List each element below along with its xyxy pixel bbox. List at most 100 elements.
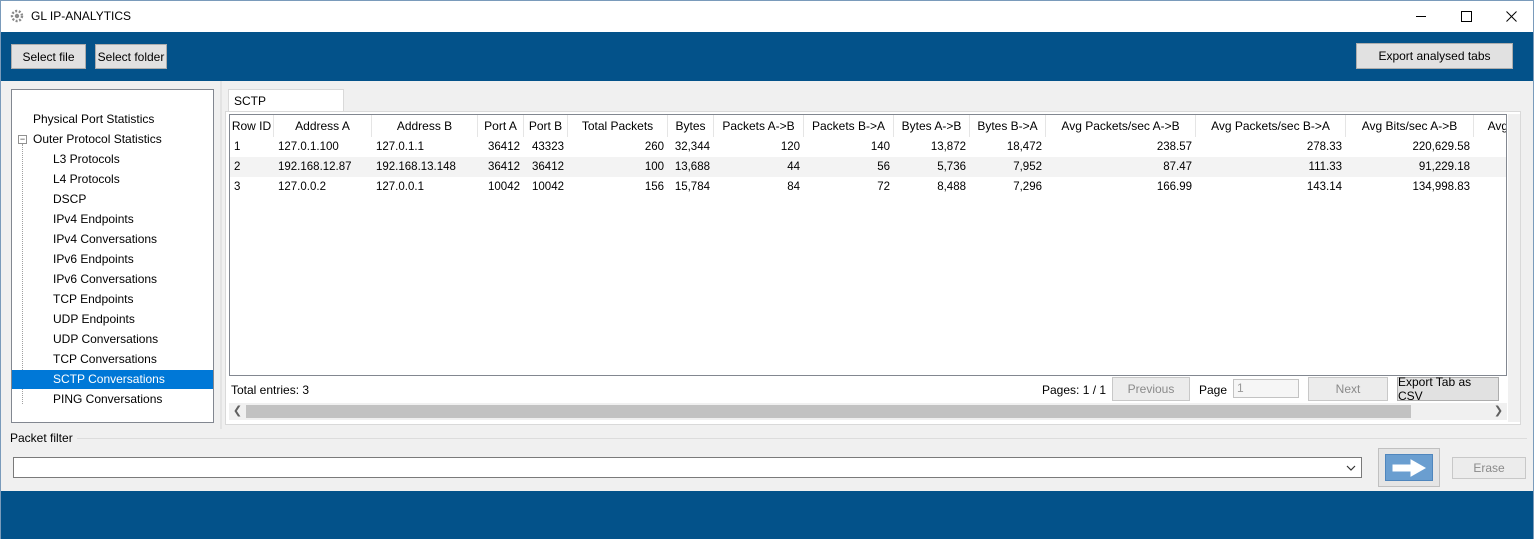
- tree-collapse-icon[interactable]: −: [18, 135, 27, 144]
- tree-item[interactable]: TCP Endpoints: [53, 290, 134, 309]
- close-icon: [1505, 11, 1517, 22]
- conversations-grid[interactable]: Row ID Address A Address B Port A Port B Tota…: [229, 114, 1507, 376]
- table-cell: 72: [877, 181, 890, 193]
- column-header[interactable]: Packets B->A: [804, 115, 894, 137]
- table-cell: 2: [234, 161, 241, 173]
- table-cell: 13,872: [930, 141, 966, 153]
- tab-content: Row ID Address A Address B Port A Port B Tota…: [225, 111, 1521, 425]
- select-folder-button[interactable]: Select folder: [95, 44, 167, 69]
- table-cell: 140: [870, 141, 890, 153]
- table-cell: 84: [787, 181, 800, 193]
- minimize-icon: [1415, 16, 1426, 17]
- tab-sctp-conversations[interactable]: SCTP Conversations: [228, 89, 344, 130]
- app-window: GL IP-ANALYTICS Select file Select folde…: [0, 0, 1534, 539]
- tree-item[interactable]: L4 Protocols: [53, 170, 120, 189]
- maximize-button[interactable]: [1443, 1, 1489, 32]
- next-button[interactable]: Next: [1308, 377, 1388, 401]
- table-cell: 134,998.83: [1412, 181, 1470, 193]
- erase-button[interactable]: Erase: [1452, 457, 1526, 479]
- table-cell: 120: [780, 141, 800, 153]
- table-cell: 7,952: [1013, 161, 1042, 173]
- minimize-button[interactable]: [1398, 1, 1444, 32]
- table-cell: 220,629.58: [1412, 141, 1470, 153]
- status-bar: Total entries: 3 Pages: 1 / 1 Previous P…: [229, 375, 1507, 403]
- table-cell: 8,488: [937, 181, 966, 193]
- scroll-right-icon[interactable]: ❯: [1490, 403, 1507, 420]
- vertical-scrollbar[interactable]: [1508, 114, 1520, 422]
- table-row[interactable]: 2 192.168.12.87 192.168.13.148 36412 36412 10…: [230, 157, 1506, 177]
- page-number-input[interactable]: 1: [1233, 379, 1299, 398]
- column-header[interactable]: Bytes A->B: [894, 115, 970, 137]
- table-cell: 127.0.1.100: [278, 141, 339, 153]
- table-cell: 278.33: [1306, 141, 1342, 153]
- grid-header: Row ID Address A Address B Port A Port B Tota…: [230, 115, 1506, 137]
- tree-item[interactable]: IPv6 Conversations: [53, 270, 157, 289]
- select-file-button[interactable]: Select file: [11, 44, 86, 69]
- tree-item[interactable]: UDP Conversations: [53, 330, 158, 349]
- pages-indicator: Pages: 1 / 1: [1042, 383, 1107, 397]
- column-header[interactable]: Bytes B->A: [970, 115, 1046, 137]
- table-cell: 143.14: [1306, 181, 1342, 193]
- tree-item[interactable]: SCTP Conversations: [12, 370, 213, 389]
- table-cell: 127.0.0.1: [376, 181, 424, 193]
- previous-button[interactable]: Previous: [1112, 377, 1190, 401]
- column-header[interactable]: Row ID: [230, 115, 274, 137]
- tree-item[interactable]: Physical Port Statistics: [33, 110, 154, 129]
- column-header[interactable]: Avg Bits/sec A->B: [1346, 115, 1474, 137]
- tree-item[interactable]: PING Conversations: [53, 390, 162, 409]
- panel-splitter[interactable]: [220, 81, 222, 429]
- export-tab-csv-button[interactable]: Export Tab as CSV: [1397, 375, 1499, 403]
- app-gear-icon: [10, 9, 24, 23]
- table-cell: 260: [644, 141, 664, 153]
- table-cell: 156: [644, 181, 664, 193]
- table-cell: 238.57: [1156, 141, 1192, 153]
- column-header[interactable]: Address A: [274, 115, 372, 137]
- table-row[interactable]: 1 127.0.1.100 127.0.1.1 36412 43323 260 32,344…: [230, 137, 1506, 157]
- main-area: Physical Port Statistics Outer Protocol S…: [1, 81, 1533, 491]
- column-header[interactable]: Port B: [524, 115, 568, 137]
- column-header[interactable]: Packets A->B: [714, 115, 804, 137]
- table-row[interactable]: 3 127.0.0.2 127.0.0.1 10042 10042 156 15,784 84…: [230, 177, 1506, 197]
- table-cell: 56: [877, 161, 890, 173]
- close-button[interactable]: [1488, 1, 1534, 32]
- column-header[interactable]: Avg B: [1474, 115, 1506, 137]
- scroll-thumb[interactable]: [246, 405, 1411, 418]
- maximize-icon: [1460, 11, 1472, 22]
- column-header[interactable]: Address B: [372, 115, 478, 137]
- table-cell: 3: [234, 181, 241, 193]
- tree-item[interactable]: TCP Conversations: [53, 350, 157, 369]
- chevron-down-icon[interactable]: [1343, 459, 1359, 476]
- statistics-tree[interactable]: Physical Port Statistics Outer Protocol S…: [11, 89, 214, 423]
- column-header[interactable]: Avg Packets/sec A->B: [1046, 115, 1196, 137]
- tree-item[interactable]: Outer Protocol Statistics: [33, 130, 162, 149]
- column-header[interactable]: Total Packets: [568, 115, 668, 137]
- scroll-left-icon[interactable]: ❮: [229, 403, 246, 420]
- table-cell: 111.33: [1308, 161, 1342, 173]
- export-analysed-tabs-button[interactable]: Export analysed tabs: [1356, 43, 1513, 69]
- filter-divider: [77, 438, 1527, 439]
- tree-item[interactable]: IPv6 Endpoints: [53, 250, 134, 269]
- table-cell: 44: [787, 161, 800, 173]
- column-header[interactable]: Avg Packets/sec B->A: [1196, 115, 1346, 137]
- tree-item[interactable]: UDP Endpoints: [53, 310, 135, 329]
- table-cell: 192.168.13.148: [376, 161, 456, 173]
- tree-item[interactable]: IPv4 Conversations: [53, 230, 157, 249]
- packet-filter-label: Packet filter: [10, 431, 73, 445]
- toolbar: Select file Select folder Export analyse…: [1, 32, 1533, 81]
- footer-bar: [1, 491, 1533, 539]
- packet-filter-combobox[interactable]: [13, 457, 1362, 478]
- arrow-right-icon: [1385, 454, 1433, 481]
- tree-item[interactable]: IPv4 Endpoints: [53, 210, 134, 229]
- apply-filter-button[interactable]: [1378, 448, 1440, 487]
- tree-item[interactable]: DSCP: [53, 190, 86, 209]
- table-cell: 10042: [532, 181, 564, 193]
- title-bar: GL IP-ANALYTICS: [1, 1, 1533, 32]
- table-cell: 91,229.18: [1418, 161, 1470, 173]
- tree-item[interactable]: L3 Protocols: [53, 150, 120, 169]
- table-cell: 127.0.0.2: [278, 181, 326, 193]
- tab-panel: SCTP Conversations Row IDAddress AAddres…: [225, 89, 1521, 425]
- table-cell: 100: [644, 161, 664, 173]
- column-header[interactable]: Bytes: [668, 115, 714, 137]
- horizontal-scrollbar[interactable]: ❮ ❯: [229, 403, 1507, 420]
- column-header[interactable]: Port A: [478, 115, 524, 137]
